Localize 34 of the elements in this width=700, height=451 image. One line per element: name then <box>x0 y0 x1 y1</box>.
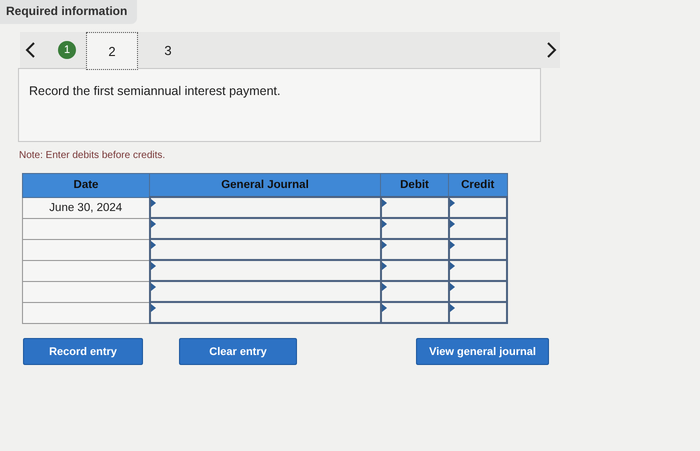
previous-icon[interactable] <box>24 41 36 59</box>
input-field[interactable] <box>450 262 506 279</box>
input-field[interactable] <box>382 220 448 237</box>
step-tab[interactable]: 2 <box>86 32 138 70</box>
input-field[interactable] <box>382 262 448 279</box>
column-header: General Journal <box>150 174 380 197</box>
action-button[interactable]: View general journal <box>416 338 549 365</box>
action-button[interactable]: Clear entry <box>179 338 297 365</box>
column-header: Debit <box>380 174 448 197</box>
input-field[interactable] <box>382 283 448 300</box>
input-field[interactable] <box>150 304 380 321</box>
input-field[interactable] <box>150 220 380 237</box>
step-tab[interactable]: 3 <box>144 32 192 68</box>
input-field[interactable] <box>450 283 506 300</box>
input-field[interactable] <box>150 262 380 279</box>
input-field[interactable] <box>150 283 380 300</box>
input-field[interactable] <box>450 304 506 321</box>
step-tab[interactable]: 1 <box>58 41 76 59</box>
next-icon[interactable] <box>546 41 558 59</box>
input-field[interactable] <box>150 241 380 258</box>
input-field[interactable] <box>382 199 448 216</box>
action-button[interactable]: Record entry <box>23 338 143 365</box>
section-header: Required information <box>0 0 138 24</box>
instruction-text: Record the first semiannual interest payment. <box>29 84 281 98</box>
input-field[interactable] <box>150 199 380 216</box>
input-field[interactable] <box>382 241 448 258</box>
column-header: Credit <box>448 174 507 197</box>
date-cell: June 30, 2024 <box>22 197 150 218</box>
input-field[interactable] <box>382 304 448 321</box>
input-field[interactable] <box>450 199 506 216</box>
input-field[interactable] <box>450 220 506 237</box>
note-text: Note: Enter debits before credits. <box>19 150 166 161</box>
column-header: Date <box>22 174 150 197</box>
input-field[interactable] <box>450 241 506 258</box>
